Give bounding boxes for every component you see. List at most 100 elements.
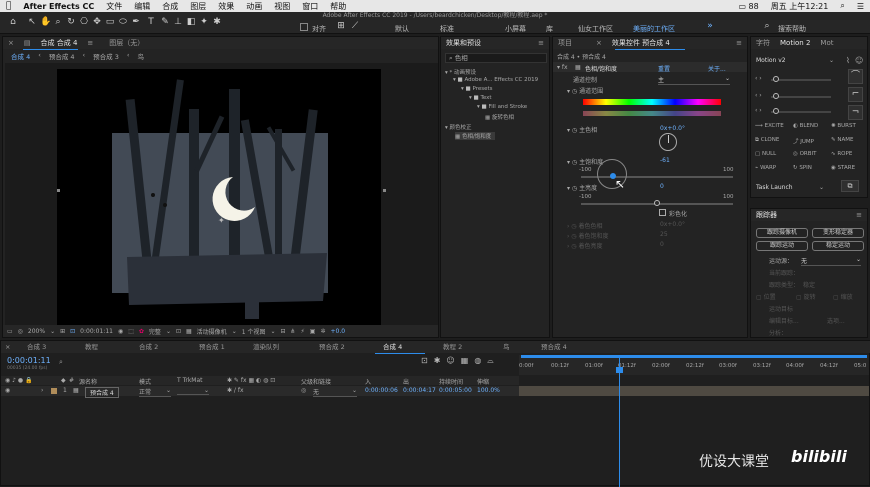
chevron-down-icon[interactable]: ⌄ bbox=[829, 57, 834, 64]
tab-comp2[interactable]: 合成 2 bbox=[139, 341, 158, 353]
snap-feature-icon[interactable]: ⟋ bbox=[350, 21, 360, 31]
menu-edit[interactable]: 编辑 bbox=[128, 1, 156, 12]
close-icon[interactable]: × bbox=[3, 39, 19, 47]
col-duration[interactable]: 持续时间 bbox=[439, 377, 463, 386]
task-launch-button[interactable]: ⧉ bbox=[841, 180, 859, 192]
text-tool-icon[interactable]: T bbox=[146, 17, 156, 27]
col-parent[interactable]: 父级和链接 bbox=[301, 377, 331, 386]
layer-out[interactable]: 0:00:04:17 bbox=[403, 387, 436, 394]
tree-item[interactable]: ▾ ■ Adobe A... Effects CC 2019 bbox=[453, 77, 538, 83]
search-help-field[interactable]: 搜索帮助 bbox=[778, 24, 806, 34]
camera-tool-icon[interactable]: ⎔ bbox=[79, 17, 89, 27]
col-stretch[interactable]: 伸缩 bbox=[477, 377, 489, 386]
ease-out-icon[interactable]: ¬ bbox=[848, 105, 863, 120]
parent-dropdown[interactable]: 无 ⌄ bbox=[313, 387, 357, 397]
close-icon[interactable]: × bbox=[5, 341, 10, 353]
tree-item[interactable]: ▾ ■ Fill and Stroke bbox=[477, 104, 527, 110]
comp-mini-flowchart-icon[interactable]: ⊡ bbox=[421, 356, 428, 366]
timeline-link-icon[interactable]: ▣ bbox=[310, 328, 316, 335]
comp-canvas[interactable]: ✦ bbox=[57, 69, 381, 327]
ellipse-tool-icon[interactable]: ⬭ bbox=[118, 17, 128, 27]
tab-effect-controls[interactable]: 效果控件 预合成 4 bbox=[607, 38, 675, 48]
motion-btn-spin[interactable]: ↻ SPIN bbox=[793, 165, 812, 171]
tab-precomp2[interactable]: 预合成 2 bbox=[319, 341, 345, 353]
workspace-fairy[interactable]: 仙女工作区 bbox=[578, 24, 613, 34]
pickwhip-icon[interactable]: ◎ bbox=[301, 387, 306, 394]
workspace-standard[interactable]: 标准 bbox=[440, 24, 454, 34]
motion-btn-burst[interactable]: ✺ BURST bbox=[831, 123, 856, 129]
puppet-tool-icon[interactable]: ✱ bbox=[212, 17, 222, 27]
visibility-icon[interactable]: ◉ bbox=[5, 387, 10, 394]
snap-checkbox[interactable] bbox=[300, 23, 308, 31]
menu-file[interactable]: 文件 bbox=[100, 1, 128, 12]
flowchart-icon[interactable]: ⋔ bbox=[291, 328, 296, 335]
tree-item[interactable]: ▾ 颜色校正 bbox=[445, 123, 472, 131]
zoom-dropdown[interactable]: 200% bbox=[28, 328, 45, 335]
motion-slider-3[interactable] bbox=[771, 111, 831, 113]
motion-btn-orbit[interactable]: ◎ ORBIT bbox=[793, 151, 816, 157]
breadcrumb-item[interactable]: 鸟 bbox=[133, 51, 148, 61]
master-light-row[interactable]: ▾ ◷ 主亮度 bbox=[567, 183, 597, 192]
comp-viewer[interactable]: ✦ bbox=[5, 63, 438, 327]
menu-list-icon[interactable]: ☰ bbox=[851, 2, 870, 11]
panel-menu-icon[interactable]: ≡ bbox=[731, 39, 747, 47]
clone-stamp-tool-icon[interactable]: ⊥ bbox=[173, 17, 183, 27]
workspace-overflow-icon[interactable]: » bbox=[705, 21, 715, 31]
menu-effect[interactable]: 效果 bbox=[212, 1, 240, 12]
tree-item[interactable]: ▾ * 动画预设 bbox=[445, 68, 476, 76]
camera-snapshot-icon[interactable]: ◉ bbox=[118, 328, 123, 335]
channel-dropdown[interactable]: 主 ⌄ bbox=[658, 75, 730, 85]
master-light-value[interactable]: 0 bbox=[660, 183, 664, 190]
exposure-reset-icon[interactable]: ✲ bbox=[320, 328, 325, 335]
menu-help[interactable]: 帮助 bbox=[324, 1, 352, 12]
stabilize-motion-button[interactable]: 稳定运动 bbox=[812, 241, 864, 251]
battery-indicator[interactable]: ▭ 88 bbox=[732, 2, 764, 11]
tab-precomp4[interactable]: 预合成 4 bbox=[541, 341, 567, 353]
breadcrumb-item[interactable]: 合成 4 bbox=[3, 51, 34, 61]
ease-curve-icon[interactable]: ⌒ bbox=[848, 69, 863, 84]
frame-blending-icon[interactable]: ▦ bbox=[461, 356, 469, 366]
col-out[interactable]: 出 bbox=[403, 377, 409, 386]
motion-slider-2[interactable] bbox=[771, 96, 831, 98]
menu-app[interactable]: After Effects CC bbox=[17, 2, 100, 11]
warp-stabilizer-button[interactable]: 变形稳定器 bbox=[812, 228, 864, 238]
channel-icon[interactable]: ✿ bbox=[139, 328, 144, 335]
menu-window[interactable]: 窗口 bbox=[296, 1, 324, 12]
breadcrumb-item[interactable]: 预合成 3 bbox=[89, 51, 123, 61]
roto-brush-tool-icon[interactable]: ✦ bbox=[199, 17, 209, 27]
views-dropdown[interactable]: 1 个视图 bbox=[242, 327, 266, 336]
tree-item[interactable]: ▾ ■ Text bbox=[469, 95, 492, 101]
tab-precomp1[interactable]: 预合成 1 bbox=[199, 341, 225, 353]
camera-dropdown[interactable]: 活动摄像机 bbox=[197, 327, 227, 336]
track-camera-button[interactable]: 跟踪摄像机 bbox=[756, 228, 808, 238]
panel-menu-icon[interactable]: ≡ bbox=[82, 39, 98, 47]
master-sat-row[interactable]: ▾ ◷ 主饱和度 bbox=[567, 157, 603, 166]
menu-composition[interactable]: 合成 bbox=[156, 1, 184, 12]
tab-tracker[interactable]: 跟踪器 bbox=[751, 210, 782, 220]
tab-layer[interactable]: 图层（无） bbox=[104, 38, 149, 48]
tree-item-selected[interactable]: ▦ 色相/饱和度 bbox=[455, 132, 496, 140]
eraser-tool-icon[interactable]: ◧ bbox=[186, 17, 196, 27]
timeline-search-input[interactable]: ⌕ bbox=[59, 358, 149, 367]
pen-tool-icon[interactable]: ✒ bbox=[131, 17, 141, 27]
master-hue-dial[interactable] bbox=[659, 133, 677, 151]
menu-animation[interactable]: 动画 bbox=[240, 1, 268, 12]
motion-btn-warp[interactable]: ⌁ WARP bbox=[755, 165, 776, 171]
snap-options-icon[interactable]: ⊞ bbox=[336, 21, 346, 31]
grid-icon[interactable]: ⊞ bbox=[60, 328, 65, 335]
layer-switches[interactable]: ✱ / fx bbox=[227, 387, 244, 394]
rect-tool-icon[interactable]: ▭ bbox=[105, 17, 115, 27]
canvas-handle-right[interactable] bbox=[383, 189, 386, 192]
home-icon[interactable]: ⌂ bbox=[8, 17, 18, 27]
lock-icon[interactable]: ▤ bbox=[19, 39, 36, 47]
table-row[interactable]: ◉ › 1 ▦ 预合成 4 正常 ⌄ ⌄ ✱ / fx ◎ 无 ⌄ 0:00:00:… bbox=[1, 386, 519, 398]
col-mode[interactable]: 模式 bbox=[139, 377, 151, 386]
rotate-tool-icon[interactable]: ↻ bbox=[66, 17, 76, 27]
tab-comp4[interactable]: 合成 4 bbox=[383, 341, 402, 353]
graph-editor-icon[interactable]: ⌓ bbox=[487, 356, 493, 366]
master-sat-value[interactable]: -61 bbox=[660, 157, 670, 164]
search-help-icon[interactable]: ⌕ bbox=[762, 21, 772, 31]
layer-duration-bar[interactable] bbox=[519, 386, 869, 396]
snapshot-icon[interactable]: ◎ bbox=[18, 328, 23, 335]
graph-icon[interactable]: ⌇ bbox=[846, 56, 850, 65]
